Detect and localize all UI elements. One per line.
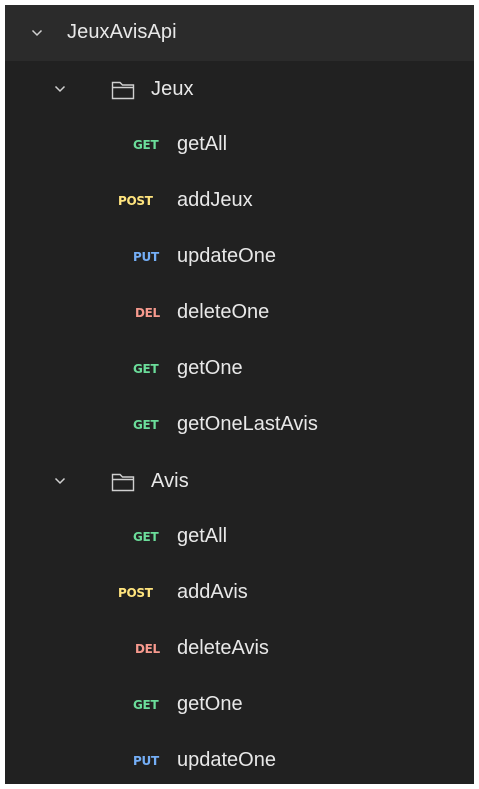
request-name: deleteAvis <box>177 637 269 659</box>
request-name: getAll <box>177 133 228 155</box>
method-badge-post: POST <box>118 194 153 208</box>
request-item-deleteavis[interactable]: DEL deleteAvis <box>5 621 474 677</box>
method-badge-get: GET <box>133 698 159 712</box>
request-item-getall[interactable]: GET getAll <box>5 509 474 565</box>
request-item-updateone[interactable]: PUT updateOne <box>5 733 474 784</box>
method-badge-put: PUT <box>133 754 159 768</box>
folder-item-jeux[interactable]: Jeux <box>5 61 474 117</box>
method-badge-del: DEL <box>135 306 160 320</box>
request-item-addavis[interactable]: POST addAvis <box>5 565 474 621</box>
method-badge-del: DEL <box>135 642 160 656</box>
folder-icon <box>110 471 136 493</box>
chevron-down-icon[interactable] <box>53 474 67 488</box>
folder-name: Avis <box>151 470 189 492</box>
request-name: updateOne <box>177 245 276 267</box>
method-badge-get: GET <box>133 418 159 432</box>
request-name: getOneLastAvis <box>177 413 318 435</box>
method-badge-get: GET <box>133 138 159 152</box>
request-name: getAll <box>177 525 228 547</box>
collection-sidebar: JeuxAvisApi Jeux GET getAll POST addJeux… <box>5 5 474 784</box>
request-name: addAvis <box>177 581 248 603</box>
request-item-addjeux[interactable]: POST addJeux <box>5 173 474 229</box>
request-item-getonelastavis[interactable]: GET getOneLastAvis <box>5 397 474 453</box>
folder-item-avis[interactable]: Avis <box>5 453 474 509</box>
folder-name: Jeux <box>151 78 194 100</box>
method-badge-get: GET <box>133 530 159 544</box>
request-name: getOne <box>177 693 243 715</box>
chevron-down-icon[interactable] <box>53 82 67 96</box>
request-item-getone[interactable]: GET getOne <box>5 341 474 397</box>
request-item-getall[interactable]: GET getAll <box>5 117 474 173</box>
request-item-getone[interactable]: GET getOne <box>5 677 474 733</box>
request-name: getOne <box>177 357 243 379</box>
method-badge-post: POST <box>118 586 153 600</box>
request-item-updateone[interactable]: PUT updateOne <box>5 229 474 285</box>
request-name: addJeux <box>177 189 253 211</box>
request-name: updateOne <box>177 749 276 771</box>
folder-icon <box>110 79 136 101</box>
method-badge-put: PUT <box>133 250 159 264</box>
request-item-deleteone[interactable]: DEL deleteOne <box>5 285 474 341</box>
request-name: deleteOne <box>177 301 270 323</box>
chevron-down-icon[interactable] <box>30 26 44 40</box>
collection-name: JeuxAvisApi <box>67 21 177 43</box>
collection-item-jeuxavisapi[interactable]: JeuxAvisApi <box>5 5 474 61</box>
method-badge-get: GET <box>133 362 159 376</box>
